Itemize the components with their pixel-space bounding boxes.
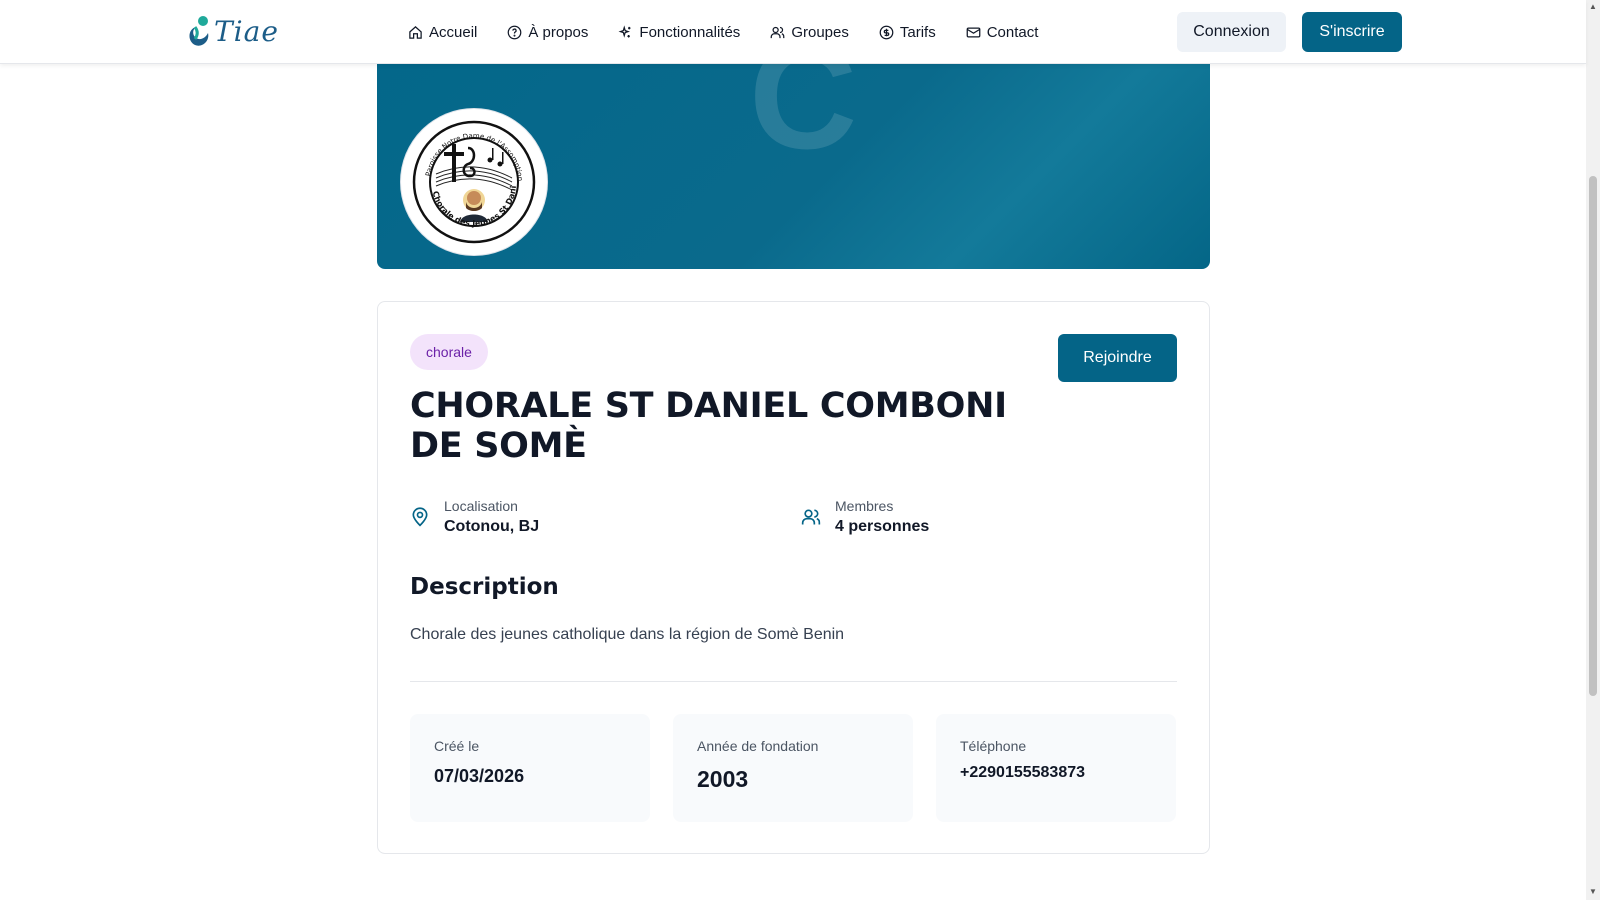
- nav-item-accueil[interactable]: Accueil: [408, 20, 477, 44]
- description-text: Chorale des jeunes catholique dans la ré…: [410, 626, 845, 643]
- logo-icon: [189, 16, 209, 46]
- nav-item-tarifs[interactable]: Tarifs: [879, 20, 936, 44]
- choir-logo-image: Paroisse Notre Dame de l'Assomption de S…: [410, 118, 536, 244]
- location-value: Cotonou, BJ: [444, 518, 540, 535]
- group-avatar: Paroisse Notre Dame de l'Assomption de S…: [401, 109, 547, 255]
- nav-label: Groupes: [791, 23, 849, 41]
- stat-label: Téléphone: [960, 738, 1027, 754]
- divider: [410, 681, 1177, 682]
- founding-year-stat: Année de fondation 2003: [673, 714, 913, 822]
- nav-label: Accueil: [429, 23, 478, 41]
- scroll-down-arrow-icon[interactable]: ▼: [1589, 888, 1597, 896]
- nav-item-a-propos[interactable]: À propos: [507, 20, 588, 44]
- main-nav: Accueil À propos Fonctionnalités Groupes…: [408, 20, 1068, 44]
- location-info: Localisation Cotonou, BJ: [410, 498, 539, 536]
- sparkles-icon: [618, 24, 631, 38]
- dollar-circle-icon: [879, 25, 894, 39]
- stat-label: Année de fondation: [697, 738, 819, 754]
- created-date-stat: Créé le 07/03/2026: [410, 714, 650, 822]
- signup-button[interactable]: S'inscrire: [1302, 12, 1402, 52]
- login-button[interactable]: Connexion: [1177, 12, 1286, 52]
- join-button[interactable]: Rejoindre: [1058, 334, 1177, 382]
- members-label: Membres: [835, 498, 894, 514]
- users-icon: [770, 26, 785, 38]
- mail-icon: [966, 27, 981, 37]
- logo-text: Tiae: [214, 14, 279, 48]
- page-scrollbar[interactable]: ▲ ▼: [1586, 0, 1600, 900]
- top-navigation-bar: Tiae Accueil À propos Fonctionnalités Gr…: [0, 0, 1586, 64]
- phone-stat: Téléphone +2290155583873: [936, 714, 1176, 822]
- members-value: 4 personnes: [835, 518, 930, 535]
- home-icon: [409, 25, 422, 39]
- members-info: Membres 4 personnes: [801, 498, 929, 536]
- category-badge: chorale: [410, 334, 488, 370]
- nav-label: Tarifs: [899, 23, 936, 41]
- scrollbar-thumb[interactable]: [1589, 176, 1597, 696]
- nav-item-contact[interactable]: Contact: [966, 20, 1039, 44]
- nav-label: À propos: [528, 23, 589, 41]
- help-circle-icon: [507, 25, 522, 39]
- location-label: Localisation: [444, 498, 518, 514]
- stat-label: Créé le: [434, 738, 480, 754]
- stat-value[interactable]: +2290155583873: [960, 764, 1152, 782]
- group-banner: C Paroisse Notre Dame de l'Assomption Ch…: [377, 40, 1210, 269]
- nav-label: Fonctionnalités: [639, 23, 741, 41]
- stat-value: 2003: [697, 766, 749, 792]
- nav-label: Contact: [986, 23, 1039, 41]
- stat-value: 07/03/2026: [434, 766, 525, 786]
- users-icon: [801, 509, 821, 525]
- map-pin-icon: [412, 507, 428, 527]
- nav-item-groupes[interactable]: Groupes: [770, 20, 849, 44]
- description-heading: Description: [410, 574, 559, 600]
- nav-item-fonctionnalites[interactable]: Fonctionnalités: [618, 20, 740, 44]
- group-details-card: chorale Rejoindre CHORALE ST DANIEL COMB…: [377, 301, 1210, 854]
- group-title: CHORALE ST DANIEL COMBONI DE SOMÈ: [410, 386, 1007, 466]
- logo[interactable]: Tiae: [186, 14, 279, 48]
- scroll-up-arrow-icon[interactable]: ▲: [1589, 3, 1597, 11]
